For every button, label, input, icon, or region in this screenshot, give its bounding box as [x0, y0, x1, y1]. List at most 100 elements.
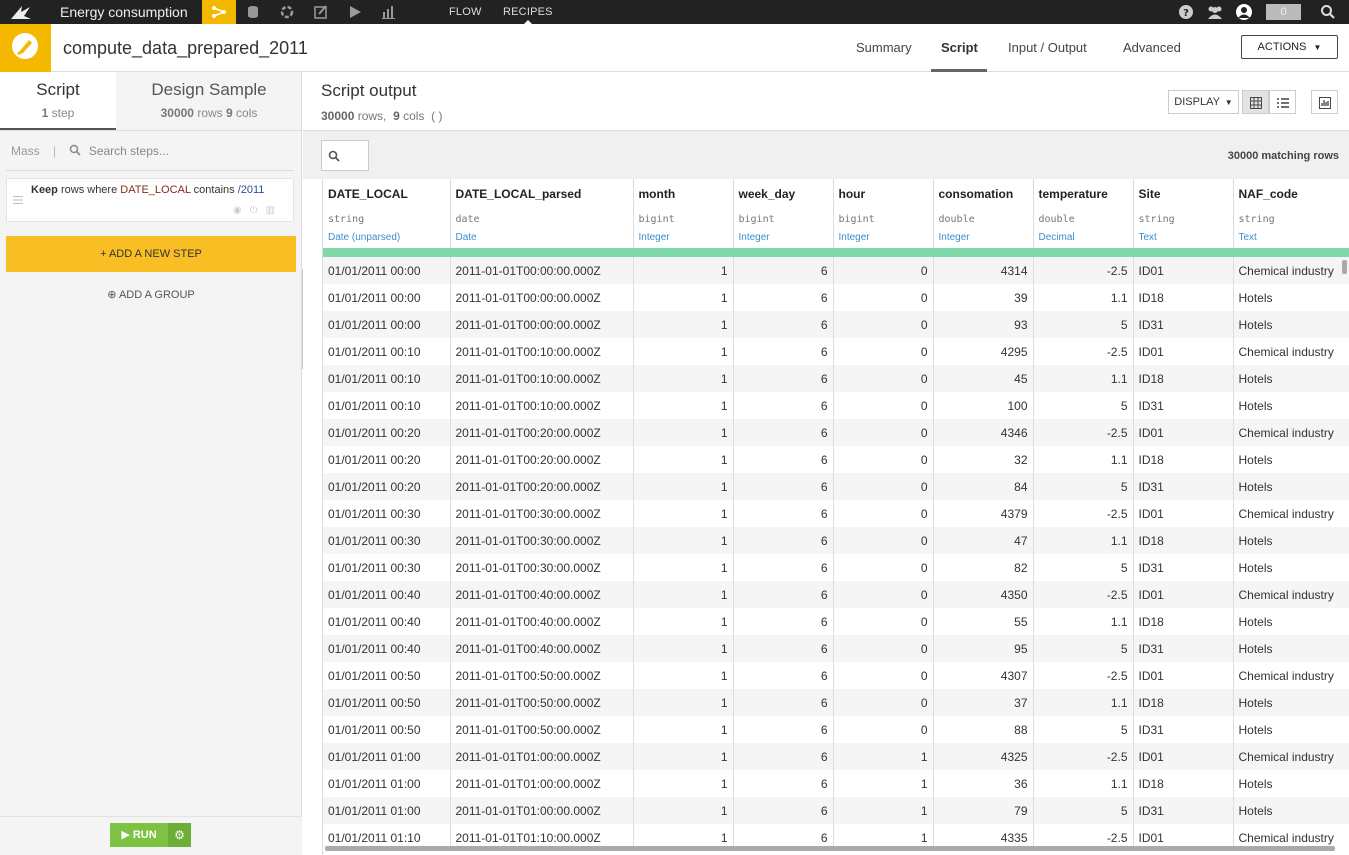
- flow-button[interactable]: [202, 0, 236, 24]
- table-cell[interactable]: 5: [1033, 473, 1134, 500]
- meaning-label[interactable]: Date (unparsed): [328, 229, 445, 248]
- search-icon[interactable]: [1320, 4, 1336, 20]
- column-validity-bar[interactable]: [323, 248, 451, 257]
- table-cell[interactable]: 2011-01-01T00:50:00.000Z: [450, 689, 634, 716]
- column-header[interactable]: hour: [833, 179, 934, 210]
- table-cell[interactable]: Hotels: [1233, 311, 1349, 338]
- table-cell[interactable]: -2.5: [1033, 743, 1134, 770]
- meaning-label[interactable]: Text: [1139, 229, 1228, 248]
- table-cell[interactable]: 4350: [933, 581, 1034, 608]
- add-new-step-button[interactable]: + ADD A NEW STEP: [6, 236, 296, 272]
- table-cell[interactable]: 2011-01-01T00:40:00.000Z: [450, 635, 634, 662]
- table-cell[interactable]: 01/01/2011 00:40: [323, 608, 451, 635]
- column-header[interactable]: Site: [1133, 179, 1234, 210]
- table-cell[interactable]: 2011-01-01T00:20:00.000Z: [450, 419, 634, 446]
- table-cell[interactable]: ID18: [1133, 284, 1234, 311]
- display-dropdown[interactable]: DISPLAY ▼: [1168, 90, 1239, 114]
- table-cell[interactable]: 2011-01-01T00:40:00.000Z: [450, 581, 634, 608]
- table-cell[interactable]: 6: [733, 743, 834, 770]
- help-icon[interactable]: ?: [1178, 4, 1194, 20]
- table-cell[interactable]: Chemical industry: [1233, 743, 1349, 770]
- table-cell[interactable]: 1: [633, 365, 734, 392]
- table-cell[interactable]: ID31: [1133, 716, 1234, 743]
- table-row[interactable]: 01/01/2011 00:30 2011-01-01T00:30:00.000Z…: [323, 500, 1349, 527]
- meaning-label[interactable]: Text: [1239, 229, 1349, 248]
- table-search-input[interactable]: [321, 140, 369, 171]
- table-cell[interactable]: Hotels: [1233, 365, 1349, 392]
- recipe-name[interactable]: compute_data_prepared_2011: [63, 38, 308, 59]
- table-cell[interactable]: ID18: [1133, 608, 1234, 635]
- table-cell[interactable]: Hotels: [1233, 392, 1349, 419]
- table-cell[interactable]: 4346: [933, 419, 1034, 446]
- table-cell[interactable]: 0: [833, 419, 934, 446]
- eye-icon[interactable]: ◉: [233, 205, 250, 216]
- table-cell[interactable]: 1: [633, 797, 734, 824]
- table-cell[interactable]: 5: [1033, 392, 1134, 419]
- table-row[interactable]: 01/01/2011 00:00 2011-01-01T00:00:00.000Z…: [323, 284, 1349, 311]
- table-cell[interactable]: 1: [633, 662, 734, 689]
- table-cell[interactable]: 45: [933, 365, 1034, 392]
- table-cell[interactable]: 0: [833, 662, 934, 689]
- table-cell[interactable]: 6: [733, 284, 834, 311]
- table-cell[interactable]: 6: [733, 419, 834, 446]
- table-cell[interactable]: 6: [733, 311, 834, 338]
- table-cell[interactable]: 6: [733, 581, 834, 608]
- table-cell[interactable]: Hotels: [1233, 797, 1349, 824]
- table-cell[interactable]: ID01: [1133, 581, 1234, 608]
- table-cell[interactable]: 1.1: [1033, 284, 1134, 311]
- table-cell[interactable]: 01/01/2011 00:50: [323, 662, 451, 689]
- table-cell[interactable]: 2011-01-01T00:10:00.000Z: [450, 338, 634, 365]
- table-cell[interactable]: 79: [933, 797, 1034, 824]
- table-cell[interactable]: Hotels: [1233, 554, 1349, 581]
- table-cell[interactable]: Chemical industry: [1233, 581, 1349, 608]
- column-meaning[interactable]: Integer: [933, 229, 1034, 248]
- table-cell[interactable]: 2011-01-01T00:10:00.000Z: [450, 392, 634, 419]
- table-cell[interactable]: 01/01/2011 00:10: [323, 365, 451, 392]
- table-row[interactable]: 01/01/2011 00:40 2011-01-01T00:40:00.000Z…: [323, 635, 1349, 662]
- table-row[interactable]: 01/01/2011 00:20 2011-01-01T00:20:00.000Z…: [323, 446, 1349, 473]
- table-cell[interactable]: Chemical industry: [1233, 500, 1349, 527]
- table-cell[interactable]: 6: [733, 635, 834, 662]
- column-meaning[interactable]: Date: [450, 229, 634, 248]
- table-cell[interactable]: 0: [833, 392, 934, 419]
- table-cell[interactable]: 47: [933, 527, 1034, 554]
- table-cell[interactable]: 1: [633, 716, 734, 743]
- table-cell[interactable]: -2.5: [1033, 662, 1134, 689]
- table-cell[interactable]: Hotels: [1233, 608, 1349, 635]
- list-view-button[interactable]: [1269, 90, 1296, 114]
- table-cell[interactable]: 1: [633, 770, 734, 797]
- column-meaning[interactable]: Integer: [833, 229, 934, 248]
- table-cell[interactable]: 1: [633, 473, 734, 500]
- table-cell[interactable]: -2.5: [1033, 500, 1134, 527]
- table-cell[interactable]: Hotels: [1233, 716, 1349, 743]
- table-cell[interactable]: 95: [933, 635, 1034, 662]
- table-cell[interactable]: 1: [833, 797, 934, 824]
- table-cell[interactable]: 0: [833, 257, 934, 284]
- table-cell[interactable]: 01/01/2011 00:40: [323, 635, 451, 662]
- run-button[interactable]: ▶ RUN: [110, 823, 168, 847]
- project-name[interactable]: Energy consumption: [60, 4, 188, 20]
- table-cell[interactable]: 01/01/2011 00:00: [323, 284, 451, 311]
- table-cell[interactable]: 01/01/2011 01:00: [323, 770, 451, 797]
- nav-recipes[interactable]: RECIPES: [503, 6, 553, 24]
- table-cell[interactable]: 1: [633, 392, 734, 419]
- column-header[interactable]: week_day: [733, 179, 834, 210]
- search-steps-input[interactable]: Search steps...: [89, 144, 169, 158]
- table-cell[interactable]: 0: [833, 527, 934, 554]
- table-cell[interactable]: 2011-01-01T00:10:00.000Z: [450, 365, 634, 392]
- table-cell[interactable]: Hotels: [1233, 527, 1349, 554]
- table-cell[interactable]: 5: [1033, 635, 1134, 662]
- table-cell[interactable]: 1: [633, 446, 734, 473]
- table-cell[interactable]: Hotels: [1233, 770, 1349, 797]
- table-cell[interactable]: 1.1: [1033, 365, 1134, 392]
- table-cell[interactable]: 82: [933, 554, 1034, 581]
- column-validity-bar[interactable]: [1033, 248, 1134, 257]
- table-cell[interactable]: 1: [633, 635, 734, 662]
- table-row[interactable]: 01/01/2011 01:00 2011-01-01T01:00:00.000Z…: [323, 770, 1349, 797]
- meaning-label[interactable]: Integer: [639, 229, 728, 248]
- table-cell[interactable]: Chemical industry: [1233, 257, 1349, 284]
- tab-script-steps[interactable]: Script 1 step: [0, 72, 116, 130]
- table-cell[interactable]: ID31: [1133, 392, 1234, 419]
- table-cell[interactable]: 4325: [933, 743, 1034, 770]
- table-cell[interactable]: ID01: [1133, 500, 1234, 527]
